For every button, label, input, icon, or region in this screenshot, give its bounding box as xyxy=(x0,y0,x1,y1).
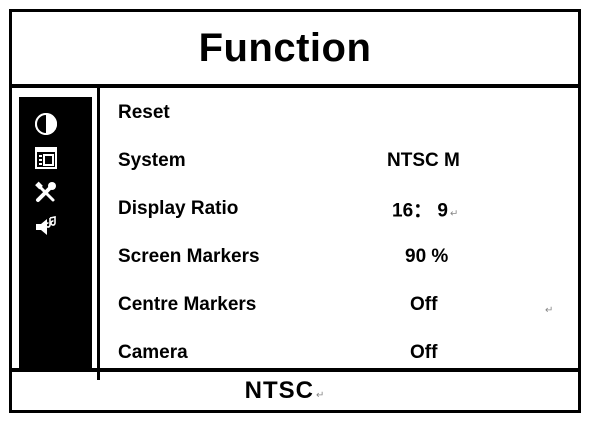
function-menu-list: Reset System NTSC M Display Ratio 16： 9 ↵… xyxy=(100,88,578,380)
menu-title: Function xyxy=(198,25,372,70)
menu-item-system[interactable]: System NTSC M xyxy=(100,137,578,185)
audio-icon[interactable] xyxy=(33,213,59,239)
menu-item-label: Screen Markers xyxy=(118,246,260,267)
function-icon[interactable] xyxy=(33,145,59,171)
menu-item-label: Reset xyxy=(118,102,170,123)
tools-icon[interactable] xyxy=(33,179,59,205)
menu-item-value: NTSC M xyxy=(387,150,460,171)
menu-item-reset[interactable]: Reset xyxy=(100,89,578,137)
return-mark: ↵ xyxy=(545,305,554,316)
menu-item-value: 90 % xyxy=(405,246,449,267)
picture-icon[interactable] xyxy=(33,111,59,137)
menu-item-label: System xyxy=(118,150,186,171)
menu-item-label: Camera xyxy=(118,342,188,363)
menu-item-centre-markers[interactable]: Centre Markers Off ↵ xyxy=(100,281,578,329)
signal-format-status: NTSC ↵ xyxy=(244,377,326,404)
menu-item-label: Display Ratio xyxy=(118,198,239,219)
menu-body: Reset System NTSC M Display Ratio 16： 9 ↵… xyxy=(12,88,578,380)
menu-item-label: Centre Markers xyxy=(118,294,257,315)
menu-item-value: Off xyxy=(410,342,438,363)
category-sidebar xyxy=(12,88,100,380)
menu-item-value: Off xyxy=(410,294,438,315)
status-footer: NTSC ↵ xyxy=(12,368,578,410)
menu-header: Function xyxy=(12,12,578,88)
osd-menu-window: Function Reset System NTSC M Display Rat… xyxy=(9,9,581,413)
menu-item-value: 16： 9 ↵ xyxy=(392,200,459,222)
menu-item-screen-markers[interactable]: Screen Markers 90 % xyxy=(100,233,578,281)
category-icon-bar xyxy=(19,97,92,369)
menu-item-display-ratio[interactable]: Display Ratio 16： 9 ↵ xyxy=(100,185,578,233)
